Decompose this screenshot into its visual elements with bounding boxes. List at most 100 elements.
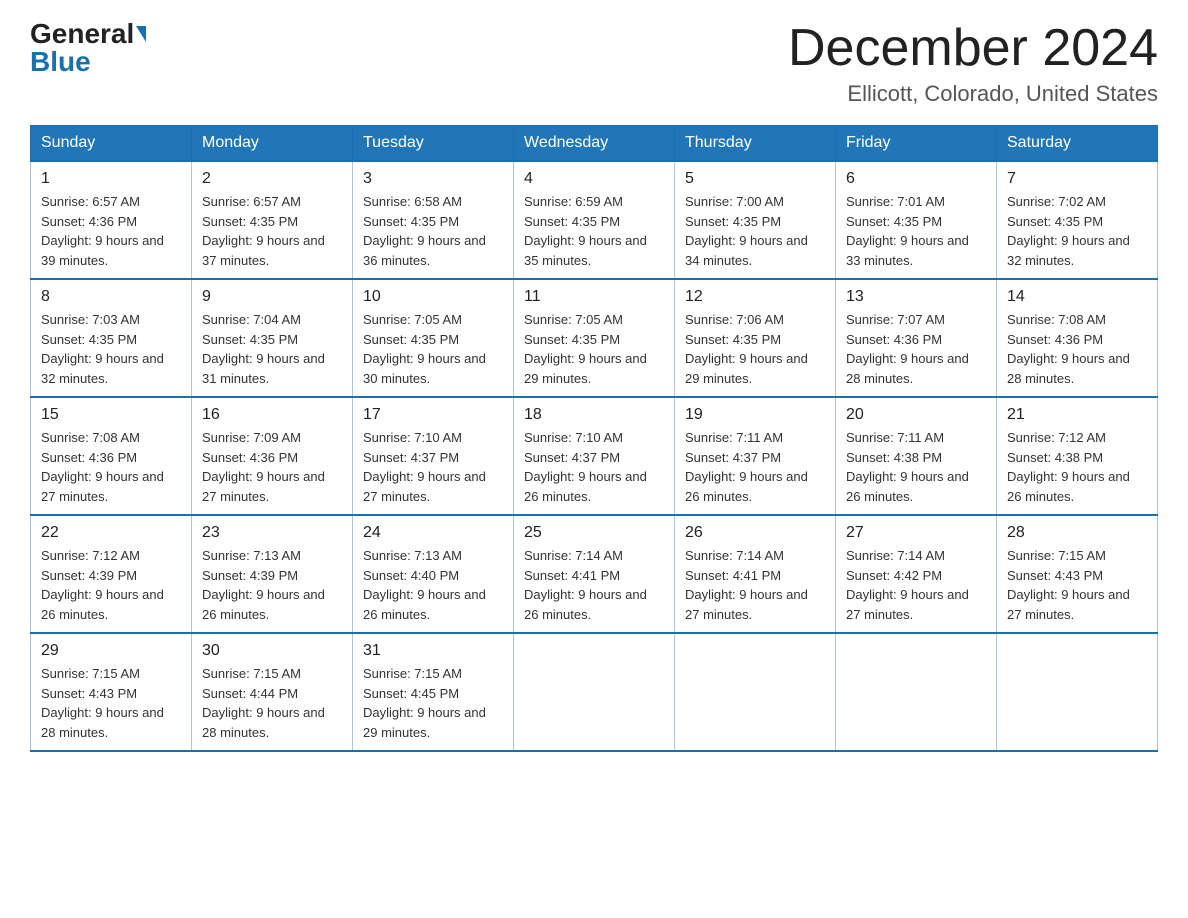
location-title: Ellicott, Colorado, United States [788,81,1158,107]
calendar-cell [997,633,1158,751]
day-info: Sunrise: 7:00 AMSunset: 4:35 PMDaylight:… [685,194,808,268]
calendar-cell [675,633,836,751]
day-info: Sunrise: 6:58 AMSunset: 4:35 PMDaylight:… [363,194,486,268]
day-number: 9 [202,288,342,306]
calendar-cell: 8 Sunrise: 7:03 AMSunset: 4:35 PMDayligh… [31,279,192,397]
calendar-cell: 17 Sunrise: 7:10 AMSunset: 4:37 PMDaylig… [353,397,514,515]
calendar-cell: 29 Sunrise: 7:15 AMSunset: 4:43 PMDaylig… [31,633,192,751]
day-info: Sunrise: 6:59 AMSunset: 4:35 PMDaylight:… [524,194,647,268]
calendar-cell: 4 Sunrise: 6:59 AMSunset: 4:35 PMDayligh… [514,161,675,279]
day-info: Sunrise: 7:02 AMSunset: 4:35 PMDaylight:… [1007,194,1130,268]
calendar-cell [514,633,675,751]
day-number: 28 [1007,524,1147,542]
day-number: 8 [41,288,181,306]
day-number: 13 [846,288,986,306]
day-number: 17 [363,406,503,424]
week-row-1: 1 Sunrise: 6:57 AMSunset: 4:36 PMDayligh… [31,161,1158,279]
calendar-cell: 18 Sunrise: 7:10 AMSunset: 4:37 PMDaylig… [514,397,675,515]
day-info: Sunrise: 6:57 AMSunset: 4:35 PMDaylight:… [202,194,325,268]
day-number: 7 [1007,170,1147,188]
day-number: 29 [41,642,181,660]
column-header-friday: Friday [836,126,997,162]
day-info: Sunrise: 6:57 AMSunset: 4:36 PMDaylight:… [41,194,164,268]
calendar-cell: 21 Sunrise: 7:12 AMSunset: 4:38 PMDaylig… [997,397,1158,515]
day-number: 12 [685,288,825,306]
day-number: 30 [202,642,342,660]
day-info: Sunrise: 7:14 AMSunset: 4:42 PMDaylight:… [846,548,969,622]
day-info: Sunrise: 7:14 AMSunset: 4:41 PMDaylight:… [685,548,808,622]
column-header-wednesday: Wednesday [514,126,675,162]
calendar-cell: 26 Sunrise: 7:14 AMSunset: 4:41 PMDaylig… [675,515,836,633]
column-header-saturday: Saturday [997,126,1158,162]
column-header-thursday: Thursday [675,126,836,162]
calendar-cell: 16 Sunrise: 7:09 AMSunset: 4:36 PMDaylig… [192,397,353,515]
day-number: 24 [363,524,503,542]
calendar-cell: 3 Sunrise: 6:58 AMSunset: 4:35 PMDayligh… [353,161,514,279]
calendar-cell: 23 Sunrise: 7:13 AMSunset: 4:39 PMDaylig… [192,515,353,633]
day-number: 18 [524,406,664,424]
logo-general-text: General [30,20,134,48]
calendar-cell: 30 Sunrise: 7:15 AMSunset: 4:44 PMDaylig… [192,633,353,751]
calendar-cell: 20 Sunrise: 7:11 AMSunset: 4:38 PMDaylig… [836,397,997,515]
day-info: Sunrise: 7:04 AMSunset: 4:35 PMDaylight:… [202,312,325,386]
day-info: Sunrise: 7:01 AMSunset: 4:35 PMDaylight:… [846,194,969,268]
day-info: Sunrise: 7:13 AMSunset: 4:40 PMDaylight:… [363,548,486,622]
day-info: Sunrise: 7:11 AMSunset: 4:38 PMDaylight:… [846,430,969,504]
day-number: 11 [524,288,664,306]
calendar-cell: 24 Sunrise: 7:13 AMSunset: 4:40 PMDaylig… [353,515,514,633]
day-number: 26 [685,524,825,542]
day-info: Sunrise: 7:12 AMSunset: 4:38 PMDaylight:… [1007,430,1130,504]
day-info: Sunrise: 7:03 AMSunset: 4:35 PMDaylight:… [41,312,164,386]
calendar-cell: 6 Sunrise: 7:01 AMSunset: 4:35 PMDayligh… [836,161,997,279]
calendar-cell [836,633,997,751]
calendar-cell: 25 Sunrise: 7:14 AMSunset: 4:41 PMDaylig… [514,515,675,633]
calendar-cell: 7 Sunrise: 7:02 AMSunset: 4:35 PMDayligh… [997,161,1158,279]
page-header: General Blue December 2024 Ellicott, Col… [30,20,1158,107]
day-number: 15 [41,406,181,424]
day-number: 20 [846,406,986,424]
calendar-cell: 2 Sunrise: 6:57 AMSunset: 4:35 PMDayligh… [192,161,353,279]
column-header-sunday: Sunday [31,126,192,162]
column-header-monday: Monday [192,126,353,162]
week-row-3: 15 Sunrise: 7:08 AMSunset: 4:36 PMDaylig… [31,397,1158,515]
day-number: 6 [846,170,986,188]
header-row: SundayMondayTuesdayWednesdayThursdayFrid… [31,126,1158,162]
day-info: Sunrise: 7:15 AMSunset: 4:44 PMDaylight:… [202,666,325,740]
day-number: 10 [363,288,503,306]
logo: General Blue [30,20,146,76]
day-info: Sunrise: 7:10 AMSunset: 4:37 PMDaylight:… [363,430,486,504]
day-info: Sunrise: 7:11 AMSunset: 4:37 PMDaylight:… [685,430,808,504]
day-info: Sunrise: 7:08 AMSunset: 4:36 PMDaylight:… [41,430,164,504]
day-number: 21 [1007,406,1147,424]
column-header-tuesday: Tuesday [353,126,514,162]
calendar-cell: 19 Sunrise: 7:11 AMSunset: 4:37 PMDaylig… [675,397,836,515]
calendar-cell: 10 Sunrise: 7:05 AMSunset: 4:35 PMDaylig… [353,279,514,397]
day-info: Sunrise: 7:14 AMSunset: 4:41 PMDaylight:… [524,548,647,622]
calendar-table: SundayMondayTuesdayWednesdayThursdayFrid… [30,125,1158,752]
day-info: Sunrise: 7:07 AMSunset: 4:36 PMDaylight:… [846,312,969,386]
day-info: Sunrise: 7:15 AMSunset: 4:43 PMDaylight:… [41,666,164,740]
day-info: Sunrise: 7:15 AMSunset: 4:43 PMDaylight:… [1007,548,1130,622]
calendar-cell: 13 Sunrise: 7:07 AMSunset: 4:36 PMDaylig… [836,279,997,397]
day-info: Sunrise: 7:15 AMSunset: 4:45 PMDaylight:… [363,666,486,740]
day-info: Sunrise: 7:10 AMSunset: 4:37 PMDaylight:… [524,430,647,504]
logo-triangle-icon [136,26,146,42]
logo-blue-text: Blue [30,48,91,76]
month-title: December 2024 [788,20,1158,77]
calendar-cell: 22 Sunrise: 7:12 AMSunset: 4:39 PMDaylig… [31,515,192,633]
calendar-cell: 31 Sunrise: 7:15 AMSunset: 4:45 PMDaylig… [353,633,514,751]
day-info: Sunrise: 7:05 AMSunset: 4:35 PMDaylight:… [524,312,647,386]
calendar-cell: 14 Sunrise: 7:08 AMSunset: 4:36 PMDaylig… [997,279,1158,397]
day-number: 31 [363,642,503,660]
calendar-cell: 27 Sunrise: 7:14 AMSunset: 4:42 PMDaylig… [836,515,997,633]
day-info: Sunrise: 7:12 AMSunset: 4:39 PMDaylight:… [41,548,164,622]
day-number: 16 [202,406,342,424]
day-number: 22 [41,524,181,542]
week-row-5: 29 Sunrise: 7:15 AMSunset: 4:43 PMDaylig… [31,633,1158,751]
day-number: 4 [524,170,664,188]
calendar-cell: 9 Sunrise: 7:04 AMSunset: 4:35 PMDayligh… [192,279,353,397]
day-number: 27 [846,524,986,542]
day-number: 1 [41,170,181,188]
day-number: 25 [524,524,664,542]
week-row-4: 22 Sunrise: 7:12 AMSunset: 4:39 PMDaylig… [31,515,1158,633]
